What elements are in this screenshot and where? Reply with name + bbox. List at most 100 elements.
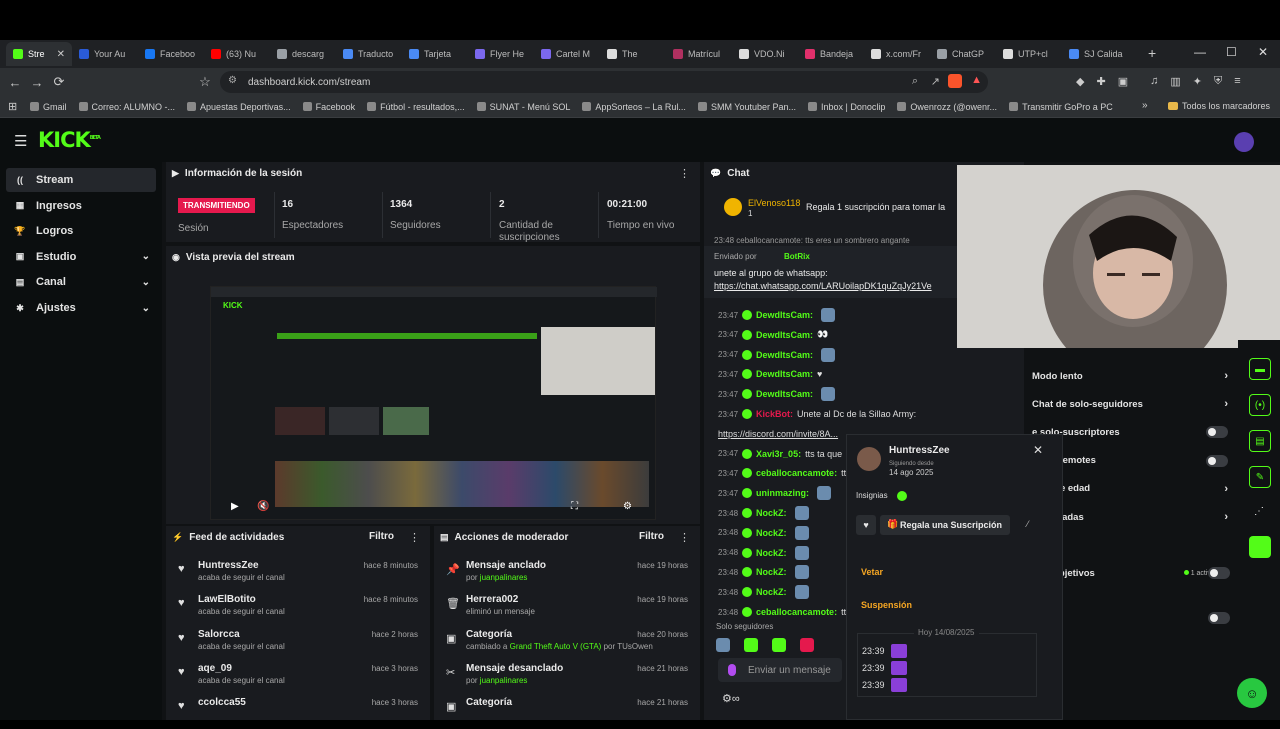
emote-icon[interactable] [800, 638, 814, 652]
more-options-icon[interactable]: ⋮ [679, 167, 690, 180]
activity-item[interactable]: ♥ aqe_09 acaba de seguir el canal hace 3 ho… [178, 663, 422, 695]
follow-heart-button[interactable]: ♥ [856, 515, 876, 535]
chat-message[interactable]: 23:47ceballocancamote:tts n [718, 464, 858, 482]
mod-action-item[interactable]: ▣ Categoría cambiado a Grand Theft Auto V … [446, 629, 692, 661]
mute-icon[interactable]: 🔇 [257, 501, 269, 512]
extension-icon[interactable]: ◆ [1076, 75, 1084, 88]
rewards-icon[interactable]: ▲ [971, 74, 982, 86]
layout-icon[interactable]: ▤ [1249, 430, 1271, 452]
chat-message[interactable]: 23:47 DewdItsCam: 👀 [718, 326, 828, 344]
chat-message[interactable]: 23:47 DewdItsCam: [718, 306, 836, 324]
menu-icon[interactable]: ≡ [1234, 75, 1240, 88]
browser-tab[interactable]: Your Au [72, 42, 138, 66]
chat-username[interactable]: KickBot: [756, 409, 793, 419]
bookmark-item[interactable]: Correo: ALUMNO -... [78, 102, 175, 112]
tab-close-icon[interactable]: ✕ [57, 49, 65, 60]
chat-toggle-icon[interactable]: ▬ [1249, 358, 1271, 380]
sidebar-item-stream[interactable]: ((Stream [6, 168, 156, 192]
mod-action-item[interactable]: 📌 Mensaje anclado por juanpalinares hace 1… [446, 560, 692, 592]
user-avatar[interactable] [1234, 132, 1254, 152]
settings-icon[interactable]: ⚙ [623, 501, 632, 512]
emote-icon[interactable] [716, 638, 730, 652]
browser-tab[interactable]: Bandeja [798, 42, 864, 66]
browser-tab[interactable]: Matrícul [666, 42, 732, 66]
menu-hamburger-icon[interactable]: ☰ [14, 132, 27, 150]
more-icon[interactable]: ⁄ [1027, 519, 1029, 529]
browser-tab[interactable]: x.com/Fr [864, 42, 930, 66]
sidebar-item-ingresos[interactable]: ▦ Ingresos [6, 194, 156, 218]
back-icon[interactable]: ← [4, 75, 26, 90]
bookmark-icon[interactable]: ☆ [194, 74, 216, 90]
zoom-icon[interactable]: ⌕ [912, 75, 918, 88]
sidebar-item-estudio[interactable]: ▣ Estudio ⌄ [6, 245, 156, 269]
chat-message[interactable]: 23:47 Xavi3r_05: tts ta que [718, 445, 842, 463]
bookmarks-folder[interactable]: Todos los marcadores [1167, 101, 1270, 111]
widget-icon[interactable] [1249, 536, 1271, 558]
chat-message[interactable]: 23:48ceballocancamote:tts s [718, 603, 858, 621]
chat-message[interactable]: 23:48 NockZ: [718, 583, 809, 601]
browser-tab[interactable]: UTP+cl [996, 42, 1062, 66]
bookmarks-overflow-icon[interactable]: » [1142, 100, 1148, 111]
sidebar-item-ajustes[interactable]: ✱ Ajustes ⌄ [6, 296, 156, 320]
chat-username[interactable]: DewdItsCam: [756, 369, 813, 379]
chat-username[interactable]: Xavi3r_05: [756, 449, 801, 459]
gift-sub-button[interactable]: Regala una Suscripción [880, 515, 1010, 535]
stream-toggle-icon[interactable]: (•) [1249, 394, 1271, 416]
chat-message[interactable]: 23:47 uninmazing: [718, 484, 832, 502]
activity-item[interactable]: ♥ LawElBotito acaba de seguir el canal hace… [178, 594, 422, 626]
reload-icon[interactable]: ⟳ [48, 74, 70, 90]
browser-tab[interactable]: descarg [270, 42, 336, 66]
emote-icon[interactable] [772, 638, 786, 652]
bookmark-item[interactable]: Inbox | Donoclip [808, 102, 885, 112]
kick-logo[interactable]: KICKBETA [38, 128, 101, 152]
chat-input[interactable]: Enviar un mensaje [718, 658, 842, 682]
close-window-button[interactable]: ✕ [1258, 45, 1268, 59]
mod-setting-row[interactable]: Modo lento › [1032, 368, 1228, 384]
bookmark-item[interactable]: Facebook [302, 102, 355, 112]
bookmark-item[interactable]: AppSorteos – La Rul... [582, 102, 686, 112]
mode-toggle[interactable] [1206, 454, 1228, 467]
chat-message[interactable]: https://discord.com/invite/8A... [718, 425, 838, 443]
more-options-icon[interactable]: ⋮ [679, 531, 690, 544]
help-chat-icon[interactable]: ☺ [1237, 678, 1267, 708]
puzzle-icon[interactable]: ✚ [1096, 75, 1105, 88]
chat-message[interactable]: 23:48 NockZ: [718, 524, 809, 542]
tools-icon[interactable]: ✎ [1249, 466, 1271, 488]
gifter-avatar[interactable] [724, 198, 742, 216]
wallet-icon[interactable]: ▣ [1118, 75, 1128, 88]
activity-item[interactable]: ♥ ccolcca55 hace 3 horas [178, 697, 422, 729]
browser-tab[interactable]: The [600, 42, 666, 66]
chat-username[interactable]: NockZ: [756, 567, 787, 577]
browser-tab[interactable]: ChatGP [930, 42, 996, 66]
share-icon[interactable]: ⋰ [1254, 506, 1264, 517]
fullscreen-icon[interactable]: ⛶ [571, 501, 578, 512]
bookmark-item[interactable]: Gmail [30, 102, 67, 112]
share-icon[interactable]: ↗ [931, 75, 940, 88]
emote-picker-icon[interactable] [728, 664, 736, 676]
browser-tab[interactable]: Tarjeta [402, 42, 468, 66]
bookmark-item[interactable]: Apuestas Deportivas... [187, 102, 291, 112]
mod-filter-button[interactable]: Filtro [639, 531, 664, 542]
site-info-icon[interactable]: ⚙ [228, 75, 237, 86]
address-bar[interactable]: ⚙ dashboard.kick.com/stream ⌕ ↗ ▲ [220, 71, 988, 93]
timeout-toggle[interactable] [1208, 612, 1230, 624]
apps-icon[interactable]: ⊞ [8, 100, 17, 113]
mod-action-item[interactable]: 🗑 Herrera002 eliminó un mensaje hace 19 ho… [446, 594, 692, 626]
forward-icon[interactable]: → [26, 75, 48, 90]
bookmark-item[interactable]: Fútbol - resultados,... [367, 102, 465, 112]
stream-video-preview[interactable]: KICK ▶ 🔇 ⛶ ⚙ [210, 286, 657, 520]
play-icon[interactable]: ▶ [231, 501, 239, 512]
sidebar-item-canal[interactable]: ▤ Canal ⌄ [6, 270, 156, 294]
chat-username[interactable]: DewdItsCam: [756, 389, 813, 399]
browser-tab[interactable]: Flyer He [468, 42, 534, 66]
chat-settings-icon[interactable]: ⚙∞ [722, 692, 740, 705]
chat-message[interactable]: 23:47 DewdItsCam: ♥ [718, 365, 822, 383]
chat-username[interactable]: DewdItsCam: [756, 310, 813, 320]
chat-username[interactable]: ceballocancamote: [756, 468, 837, 478]
bookmark-item[interactable]: Transmitir GoPro a PC [1009, 102, 1113, 112]
browser-tab[interactable]: (63) Nu [204, 42, 270, 66]
bookmark-item[interactable]: Owenrozz (@owenr... [897, 102, 997, 112]
chat-message[interactable]: 23:48 NockZ: [718, 563, 809, 581]
pinned-link[interactable]: https://chat.whatsapp.com/LARUoilapDK1qu… [714, 281, 932, 291]
chat-username[interactable]: NockZ: [756, 508, 787, 518]
